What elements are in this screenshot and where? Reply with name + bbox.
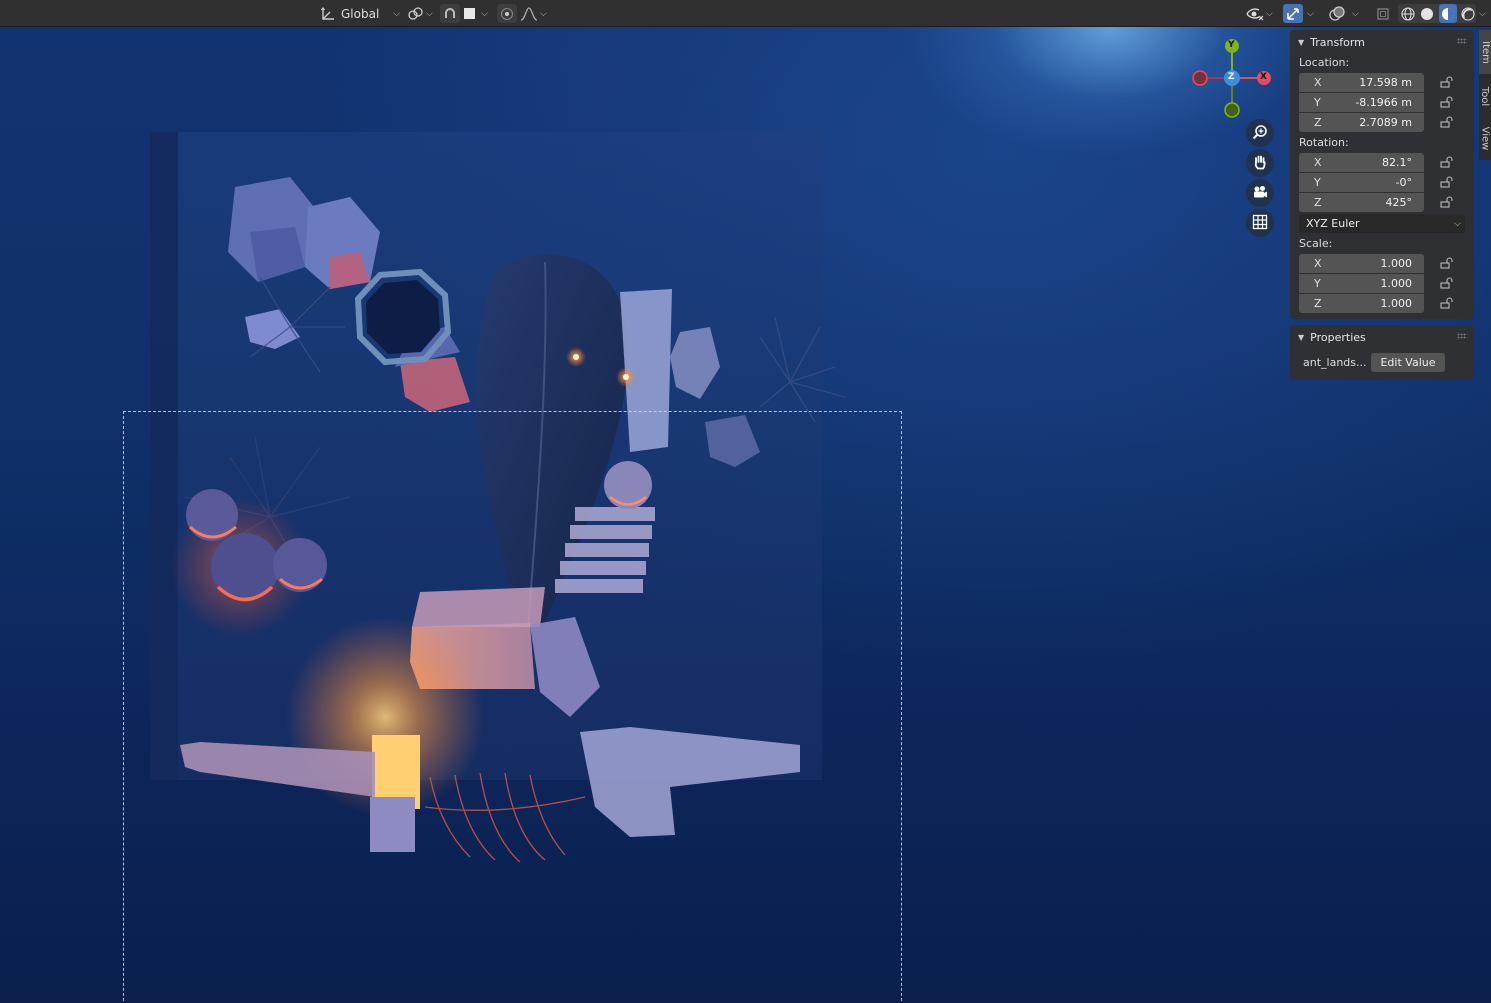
viewport-header: Global ⌵ ⌵ ⌵ ⌵ ⌵ ⌵ ⌵ ⌵ — [0, 0, 1491, 27]
gizmo-z-label: Z — [1228, 72, 1235, 82]
chevron-down-icon: ⌵ — [1479, 8, 1486, 19]
tab-view[interactable]: View — [1479, 118, 1491, 158]
rotation-mode-value: XYZ Euler — [1306, 217, 1360, 230]
transform-panel-title: Transform — [1310, 35, 1365, 49]
transform-orientation-dropdown[interactable]: Global ⌵ — [320, 4, 400, 23]
3d-viewport[interactable]: Y X Z — [0, 27, 1491, 1003]
drag-grip-icon[interactable] — [1457, 333, 1467, 339]
scale-z-field[interactable]: Z 1.000 — [1299, 293, 1424, 313]
chevron-down-icon: ⌵ — [426, 8, 433, 19]
gizmo-dropdown[interactable]: ⌵ — [1305, 4, 1314, 23]
grid-icon — [1252, 214, 1268, 233]
falloff-curve-icon — [520, 6, 538, 21]
zoom-icon — [1252, 124, 1268, 143]
gizmo-toggle[interactable] — [1283, 4, 1303, 23]
chevron-down-icon: ⌵ — [393, 8, 401, 19]
solid-shading-icon[interactable] — [1419, 7, 1435, 21]
gizmo-x-label: X — [1260, 72, 1267, 82]
properties-panel-title: Properties — [1310, 330, 1366, 344]
hand-icon — [1252, 154, 1268, 173]
tab-tool[interactable]: Tool — [1479, 76, 1491, 116]
scale-label: Scale: — [1299, 237, 1333, 250]
scale-y-field[interactable]: Y 1.000 — [1299, 273, 1424, 293]
tab-item[interactable]: Item — [1479, 30, 1491, 74]
rotation-x-field[interactable]: X 82.1° — [1299, 152, 1424, 172]
visibility-eye-icon — [1246, 7, 1264, 21]
xray-icon — [1376, 7, 1390, 21]
material-preview-icon[interactable] — [1438, 4, 1457, 23]
overlays-dropdown[interactable]: ⌵ — [1328, 4, 1359, 23]
location-x-field[interactable]: X 17.598 m — [1299, 72, 1424, 92]
location-y-field[interactable]: Y -8.1966 m — [1299, 92, 1424, 112]
sidebar-tabs: Item Tool View — [1479, 30, 1491, 160]
lock-icon[interactable] — [1440, 96, 1454, 108]
camera-icon — [1252, 184, 1268, 203]
gizmo-y-label: Y — [1228, 40, 1235, 50]
transform-panel: ▼ Transform Location: X 17.598 m Y -8.1966… — [1290, 30, 1474, 319]
chevron-down-icon: ▼ — [1298, 37, 1305, 47]
snap-toggle[interactable] — [440, 4, 460, 23]
rotation-z-field[interactable]: Z 425° — [1299, 192, 1424, 212]
xray-toggle[interactable] — [1374, 4, 1392, 23]
perspective-toggle-button[interactable] — [1246, 209, 1274, 237]
navigation-gizmo[interactable]: Y X Z — [1190, 37, 1274, 121]
location-label: Location: — [1299, 56, 1350, 69]
chevron-down-icon: ⌵ — [1266, 8, 1273, 19]
overlays-icon — [1328, 5, 1346, 22]
transform-orientation-label: Global — [341, 6, 380, 21]
edit-value-button[interactable]: Edit Value — [1371, 353, 1445, 372]
lock-icon[interactable] — [1440, 176, 1454, 188]
properties-panel: ▼ Properties ant_lands... Edit Value — [1290, 325, 1474, 380]
custom-property-name: ant_lands... — [1303, 356, 1367, 369]
proportional-editing-toggle[interactable] — [497, 4, 517, 23]
snap-icon — [443, 7, 457, 21]
lock-icon[interactable] — [1440, 116, 1454, 128]
chevron-down-icon: ▼ — [1298, 332, 1305, 342]
lock-icon[interactable] — [1440, 196, 1454, 208]
rotation-label: Rotation: — [1299, 136, 1349, 149]
rotation-y-field[interactable]: Y -0° — [1299, 172, 1424, 192]
shading-options-dropdown[interactable]: ⌵ — [1477, 4, 1486, 23]
rendered-shading-icon[interactable] — [1460, 6, 1476, 21]
proportional-falloff-dropdown[interactable]: ⌵ — [520, 4, 547, 23]
lock-icon[interactable] — [1440, 297, 1454, 309]
gizmo-icon — [1286, 7, 1300, 21]
lock-icon[interactable] — [1440, 257, 1454, 269]
chevron-down-icon: ⌵ — [1352, 8, 1359, 19]
lock-icon[interactable] — [1440, 156, 1454, 168]
pivot-point-icon — [406, 6, 424, 22]
chevron-down-icon: ⌵ — [481, 8, 488, 19]
transform-panel-header[interactable]: ▼ Transform — [1290, 30, 1474, 54]
camera-frame-border — [123, 411, 902, 1003]
camera-view-button[interactable] — [1246, 179, 1274, 207]
snap-increment-icon — [463, 7, 476, 20]
wireframe-shading-icon[interactable] — [1400, 6, 1416, 21]
location-z-field[interactable]: Z 2.7089 m — [1299, 112, 1424, 132]
proportional-editing-icon — [500, 7, 514, 21]
zoom-button[interactable] — [1246, 119, 1274, 147]
rotation-mode-dropdown[interactable]: XYZ Euler ⌵ — [1299, 214, 1465, 233]
chevron-down-icon: ⌵ — [1307, 8, 1314, 19]
snap-element-dropdown[interactable]: ⌵ — [463, 4, 488, 23]
transform-orientation-icon — [320, 6, 336, 22]
scale-x-field[interactable]: X 1.000 — [1299, 253, 1424, 273]
lock-icon[interactable] — [1440, 277, 1454, 289]
chevron-down-icon: ⌵ — [540, 8, 547, 19]
properties-panel-header[interactable]: ▼ Properties — [1290, 325, 1474, 349]
chevron-down-icon: ⌵ — [1454, 218, 1461, 229]
lock-icon[interactable] — [1440, 76, 1454, 88]
sidebar-n-panel: ▼ Transform Location: X 17.598 m Y -8.1966… — [1290, 30, 1474, 380]
pivot-point-dropdown[interactable]: ⌵ — [406, 4, 433, 23]
pan-button[interactable] — [1246, 149, 1274, 177]
drag-grip-icon[interactable] — [1457, 38, 1467, 44]
shading-mode-group — [1398, 4, 1476, 23]
visibility-dropdown[interactable]: ⌵ — [1246, 4, 1273, 23]
